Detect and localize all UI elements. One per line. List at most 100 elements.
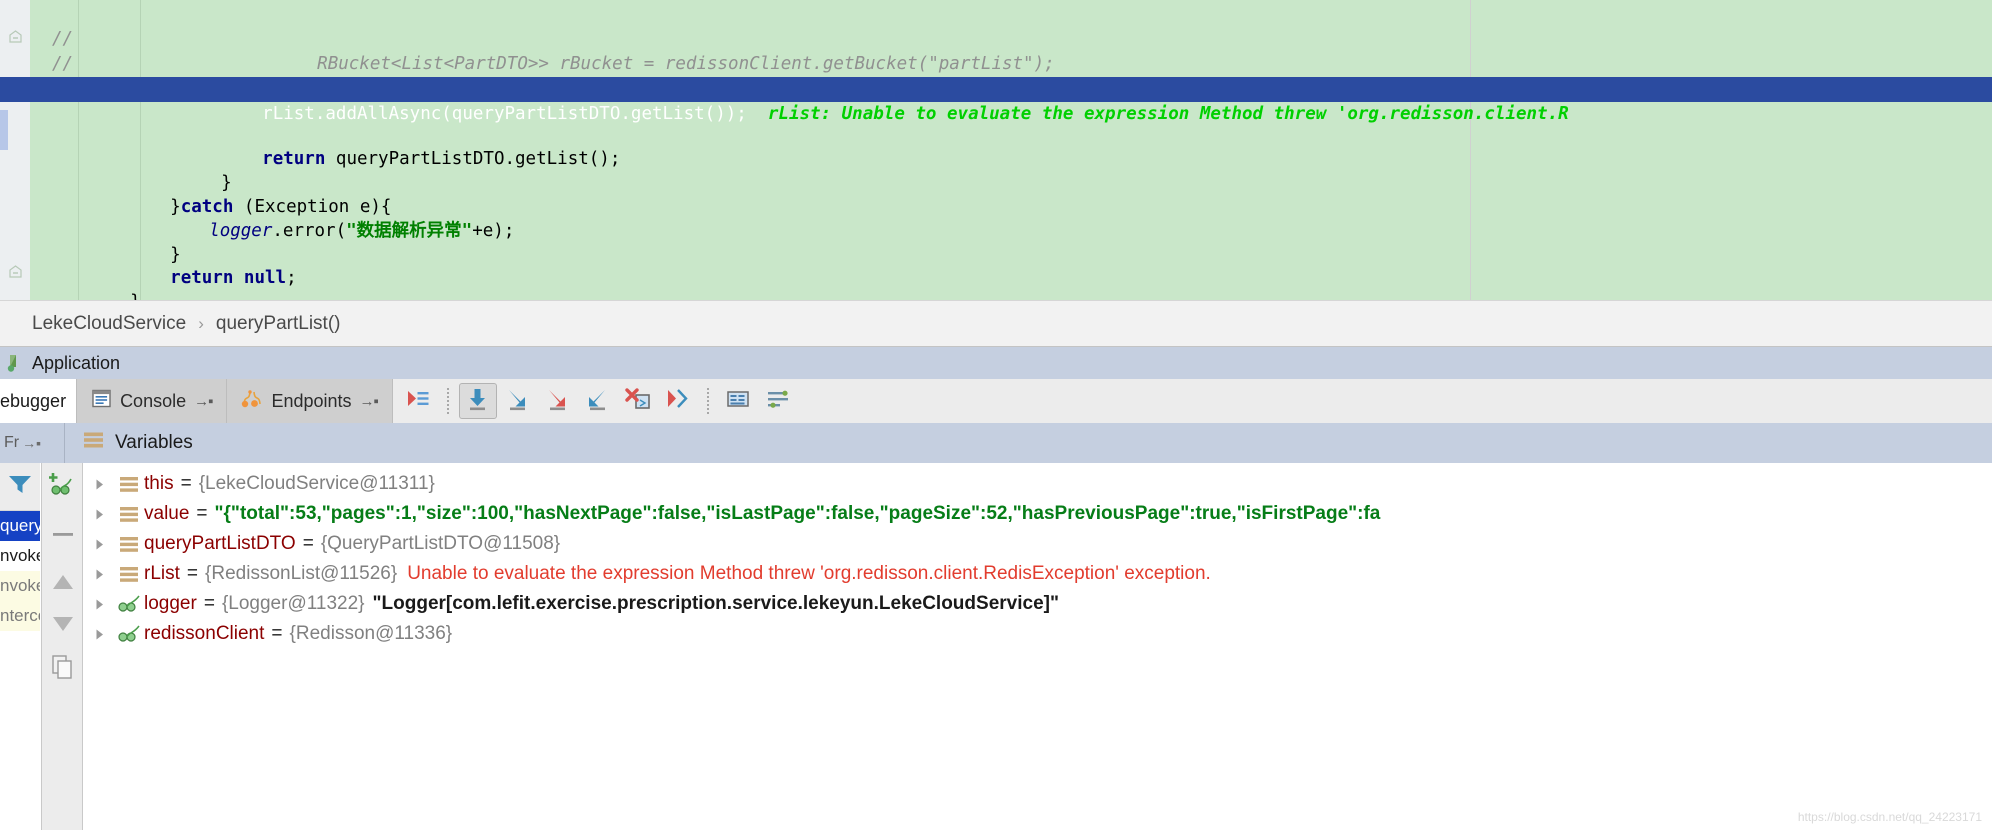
chevron-right-icon: › (198, 313, 204, 333)
code-line-return-null: return null; (0, 241, 1992, 288)
code-line-close-brace-1: } (0, 146, 1992, 193)
step-over-icon (465, 387, 490, 416)
variable-row-value[interactable]: value = "{"total":53,"pages":1,"size":10… (84, 499, 1992, 529)
variable-row-this[interactable]: this = {LekeCloudService@11311} (84, 469, 1992, 499)
tab-frames-pin-icon[interactable]: →▪ (22, 435, 41, 451)
variable-object-id: {LekeCloudService@11311} (198, 473, 435, 494)
code-line-rlist-decl: RList<PartDTO> rList = redissonClient.ge… (0, 52, 1992, 99)
remove-watch-button[interactable] (42, 515, 84, 557)
breadcrumb-item-class[interactable]: LekeCloudService (32, 313, 186, 335)
frame-item-library[interactable]: nvoke (0, 571, 40, 601)
debug-session-header: Application (0, 347, 1992, 379)
equals-sign: = (196, 503, 208, 524)
add-watch-icon (49, 471, 77, 502)
field-icon (114, 566, 144, 583)
step-over-button[interactable] (458, 383, 497, 419)
move-up-button[interactable] (42, 563, 84, 605)
variable-name: redissonClient (144, 623, 265, 644)
variables-tree[interactable]: this = {LekeCloudService@11311} value = … (84, 463, 1992, 830)
frame-item[interactable]: nvoke (0, 541, 40, 571)
debug-toolbar[interactable]: ebugger Console →▪ Endpoints →▪ (0, 379, 1992, 423)
equals-sign: = (203, 593, 215, 614)
expand-arrow-icon[interactable] (84, 568, 114, 581)
code-line-rbucket: // RBucket<List<PartDTO>> rBucket = redi… (0, 2, 1992, 74)
debug-session-title: Application (32, 352, 121, 373)
frames-list[interactable]: queryP nvoke nvoke nterce (0, 463, 40, 830)
console-icon (91, 388, 112, 414)
filter-icon (7, 472, 33, 501)
tab-console-label: Console (120, 390, 187, 411)
variable-object-id: {Redisson@11336} (289, 623, 453, 644)
tab-console[interactable]: Console →▪ (77, 379, 228, 423)
threads-view-icon (765, 387, 791, 416)
variable-row-logger[interactable]: logger = {Logger@11322} "Logger[com.lefi… (84, 589, 1992, 619)
debug-step-toolbar[interactable] (392, 379, 1992, 423)
tab-variables-label: Variables (115, 432, 193, 453)
code-line-catch: }catch (Exception e){ (0, 170, 1992, 217)
equals-sign: = (271, 623, 283, 644)
variable-error-message: Unable to evaluate the expression Method… (407, 563, 1211, 584)
expand-arrow-icon[interactable] (84, 508, 114, 521)
frame-item-current[interactable]: queryP (0, 511, 40, 541)
variables-panel-header: Fr →▪ Variables (0, 423, 1992, 463)
code-editor[interactable]: // RBucket<List<PartDTO>> rBucket = redi… (0, 0, 1992, 300)
variable-name: queryPartListDTO (144, 533, 296, 554)
field-icon (114, 536, 144, 553)
step-out-icon (585, 387, 610, 416)
variable-row-redissonclient[interactable]: redissonClient = {Redisson@11336} (84, 619, 1992, 649)
variable-string-value: "{"total":53,"pages":1,"size":100,"hasNe… (214, 503, 1381, 524)
frames-filter-button[interactable] (0, 463, 40, 511)
variable-row-querypartlistdto[interactable]: queryPartListDTO = {QueryPartListDTO@115… (84, 529, 1992, 559)
variable-name: value (144, 503, 190, 524)
toolbar-separator-2 (706, 388, 709, 414)
drop-frame-button[interactable] (619, 383, 657, 419)
add-watch-button[interactable] (42, 465, 84, 507)
run-to-cursor-icon (665, 387, 691, 416)
breadcrumb[interactable]: LekeCloudService › queryPartList() (0, 300, 1992, 347)
tab-frames-label: Fr (4, 434, 20, 451)
show-execution-point-button[interactable] (399, 383, 437, 419)
step-into-icon (505, 387, 530, 416)
code-line-current-execution[interactable]: rList.addAllAsync(queryPartListDTO.getLi… (0, 77, 1992, 124)
run-to-cursor-button[interactable] (659, 383, 697, 419)
run-configuration-icon (6, 353, 26, 373)
variable-object-id: {Logger@11322} (221, 593, 365, 614)
move-up-icon (50, 572, 76, 597)
tab-frames[interactable]: Fr →▪ (0, 423, 65, 463)
tab-endpoints[interactable]: Endpoints →▪ (227, 379, 393, 423)
tab-pin-icon[interactable]: →▪ (194, 393, 213, 410)
move-down-icon (50, 614, 76, 639)
move-down-button[interactable] (42, 605, 84, 647)
variable-object-id: {RedissonList@11526} (205, 563, 398, 584)
frame-item-library[interactable]: nterce (0, 601, 40, 631)
expand-arrow-icon[interactable] (84, 478, 114, 491)
force-step-into-button[interactable] (539, 383, 577, 419)
expand-arrow-icon[interactable] (84, 628, 114, 641)
endpoints-icon (241, 388, 263, 414)
code-text: } (42, 290, 141, 300)
equals-sign: = (302, 533, 314, 554)
step-into-button[interactable] (499, 383, 537, 419)
equals-sign: = (186, 563, 199, 584)
code-line-rbucket-set: // rBucket.set(queryPartListDTO.getList(… (0, 27, 1992, 99)
tab-debugger[interactable]: ebugger (0, 379, 78, 423)
step-out-button[interactable] (579, 383, 617, 419)
breadcrumb-item-method[interactable]: queryPartList() (216, 313, 341, 335)
copy-value-button[interactable] (42, 648, 84, 690)
code-line-logger-error: logger.error("数据解析异常"+e); (0, 194, 1992, 241)
tab-variables[interactable]: Variables (65, 431, 193, 455)
evaluate-expression-button[interactable] (719, 383, 757, 419)
show-execution-point-icon (405, 387, 431, 416)
threads-view-button[interactable] (759, 383, 797, 419)
variable-string-value: "Logger[com.lefit.exercise.prescription.… (372, 593, 1059, 614)
expand-arrow-icon[interactable] (84, 598, 114, 611)
variable-name: rList (144, 563, 180, 584)
tab-endpoints-label: Endpoints (271, 390, 352, 411)
variable-name: this (144, 473, 174, 494)
variables-toolbar[interactable] (41, 463, 83, 830)
variable-name: logger (144, 593, 197, 614)
code-line-close-brace-2: } (0, 218, 1992, 265)
variable-row-rlist[interactable]: rList = {RedissonList@11526} Unable to e… (84, 559, 1992, 589)
expand-arrow-icon[interactable] (84, 538, 114, 551)
tab-pin-icon[interactable]: →▪ (360, 393, 379, 410)
